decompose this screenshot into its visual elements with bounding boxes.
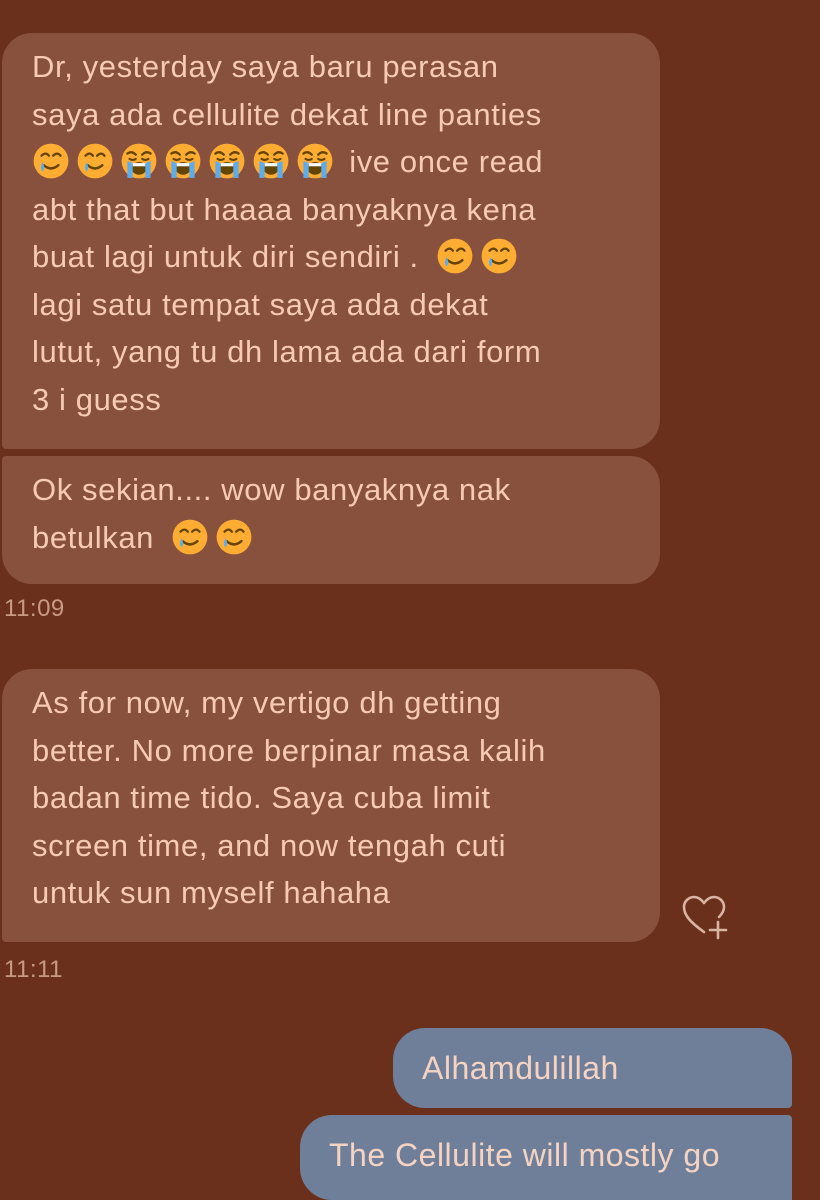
message-line-with-emoji: betulkan bbox=[32, 514, 632, 562]
smiling-face-with-tear-icon bbox=[480, 237, 518, 275]
message-line-with-emoji: ive once read bbox=[32, 138, 632, 186]
smiling-face-with-tear-icon bbox=[171, 518, 209, 556]
smiling-face-with-tear-icon bbox=[215, 518, 253, 556]
message-timestamp: 11:11 bbox=[4, 956, 63, 983]
message-text: Alhamdulillah bbox=[422, 1050, 619, 1086]
outgoing-message-bubble[interactable]: The Cellulite will mostly go bbox=[300, 1115, 792, 1200]
message-line-with-emoji: buat lagi untuk diri sendiri . bbox=[32, 233, 632, 281]
message-timestamp: 11:09 bbox=[4, 595, 65, 622]
incoming-message-bubble[interactable]: As for now, my vertigo dh getting better… bbox=[2, 669, 660, 942]
loudly-crying-face-icon bbox=[252, 142, 290, 180]
heart-plus-icon[interactable] bbox=[680, 892, 730, 942]
incoming-message-bubble[interactable]: Dr, yesterday saya baru perasan saya ada… bbox=[2, 33, 660, 449]
message-line: lagi satu tempat saya ada dekat bbox=[32, 286, 489, 322]
loudly-crying-face-icon bbox=[296, 142, 334, 180]
outgoing-message-bubble[interactable]: Alhamdulillah bbox=[393, 1028, 792, 1108]
smiling-face-with-tear-icon bbox=[436, 237, 474, 275]
message-text: ive once read bbox=[349, 144, 544, 179]
message-line: 3 i guess bbox=[32, 381, 162, 417]
message-line: Dr, yesterday saya baru perasan bbox=[32, 49, 499, 84]
message-line: abt that but haaaa banyaknya kena bbox=[32, 191, 537, 227]
loudly-crying-face-icon bbox=[164, 142, 202, 180]
incoming-message-bubble[interactable]: Ok sekian.... wow banyaknya nak betulkan bbox=[2, 456, 660, 584]
message-text: The Cellulite will mostly go bbox=[329, 1137, 721, 1173]
smiling-face-with-tear-icon bbox=[76, 142, 114, 180]
message-text: betulkan bbox=[32, 519, 155, 555]
smiling-face-with-tear-icon bbox=[32, 142, 70, 180]
message-line: better. No more berpinar masa kalih bbox=[32, 732, 546, 768]
message-line: lutut, yang tu dh lama ada dari form bbox=[32, 334, 542, 369]
loudly-crying-face-icon bbox=[208, 142, 246, 180]
message-line: badan time tido. Saya cuba limit bbox=[32, 780, 491, 815]
message-line: untuk sun myself hahaha bbox=[32, 875, 391, 910]
message-line: saya ada cellulite dekat line panties bbox=[32, 96, 542, 132]
message-line: Ok sekian.... wow banyaknya nak bbox=[32, 472, 511, 507]
loudly-crying-face-icon bbox=[120, 142, 158, 180]
message-text: buat lagi untuk diri sendiri . bbox=[32, 239, 419, 274]
message-line: screen time, and now tengah cuti bbox=[32, 827, 507, 863]
message-line: As for now, my vertigo dh getting bbox=[32, 685, 502, 720]
